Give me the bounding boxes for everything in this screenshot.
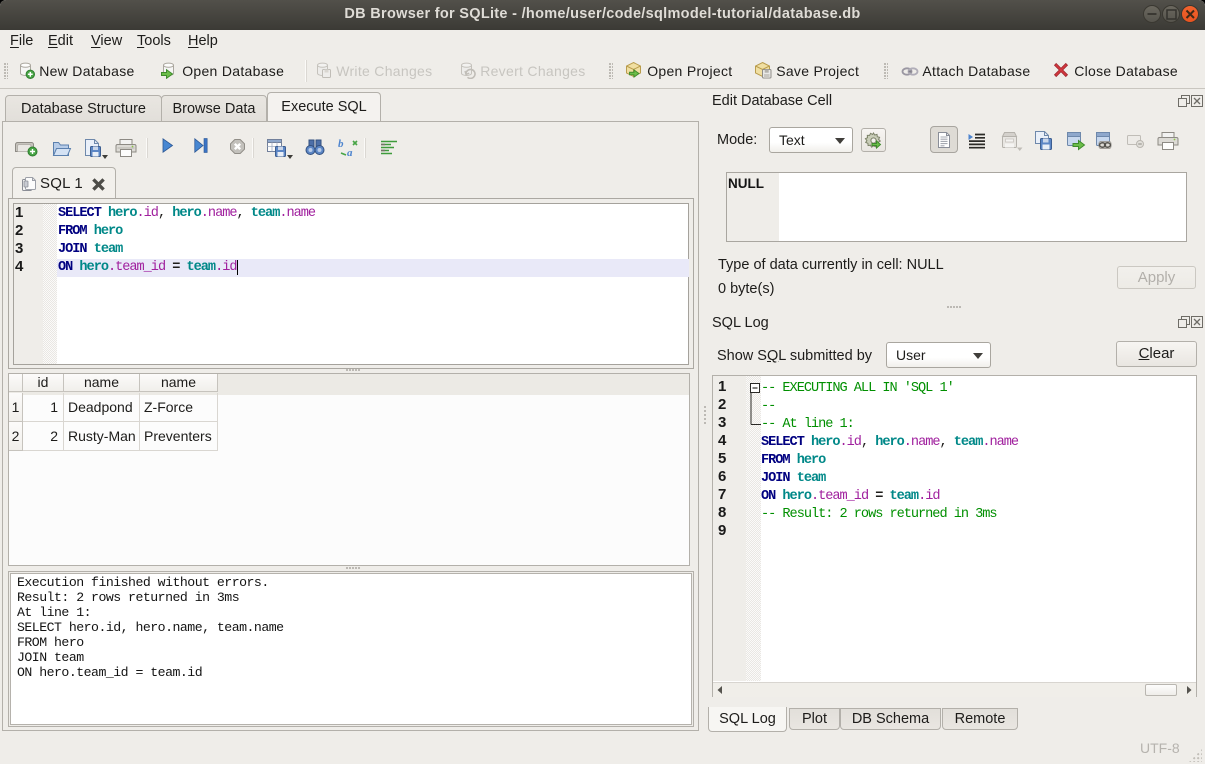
svg-text:b: b [338, 138, 344, 150]
svg-text:a: a [347, 147, 353, 159]
